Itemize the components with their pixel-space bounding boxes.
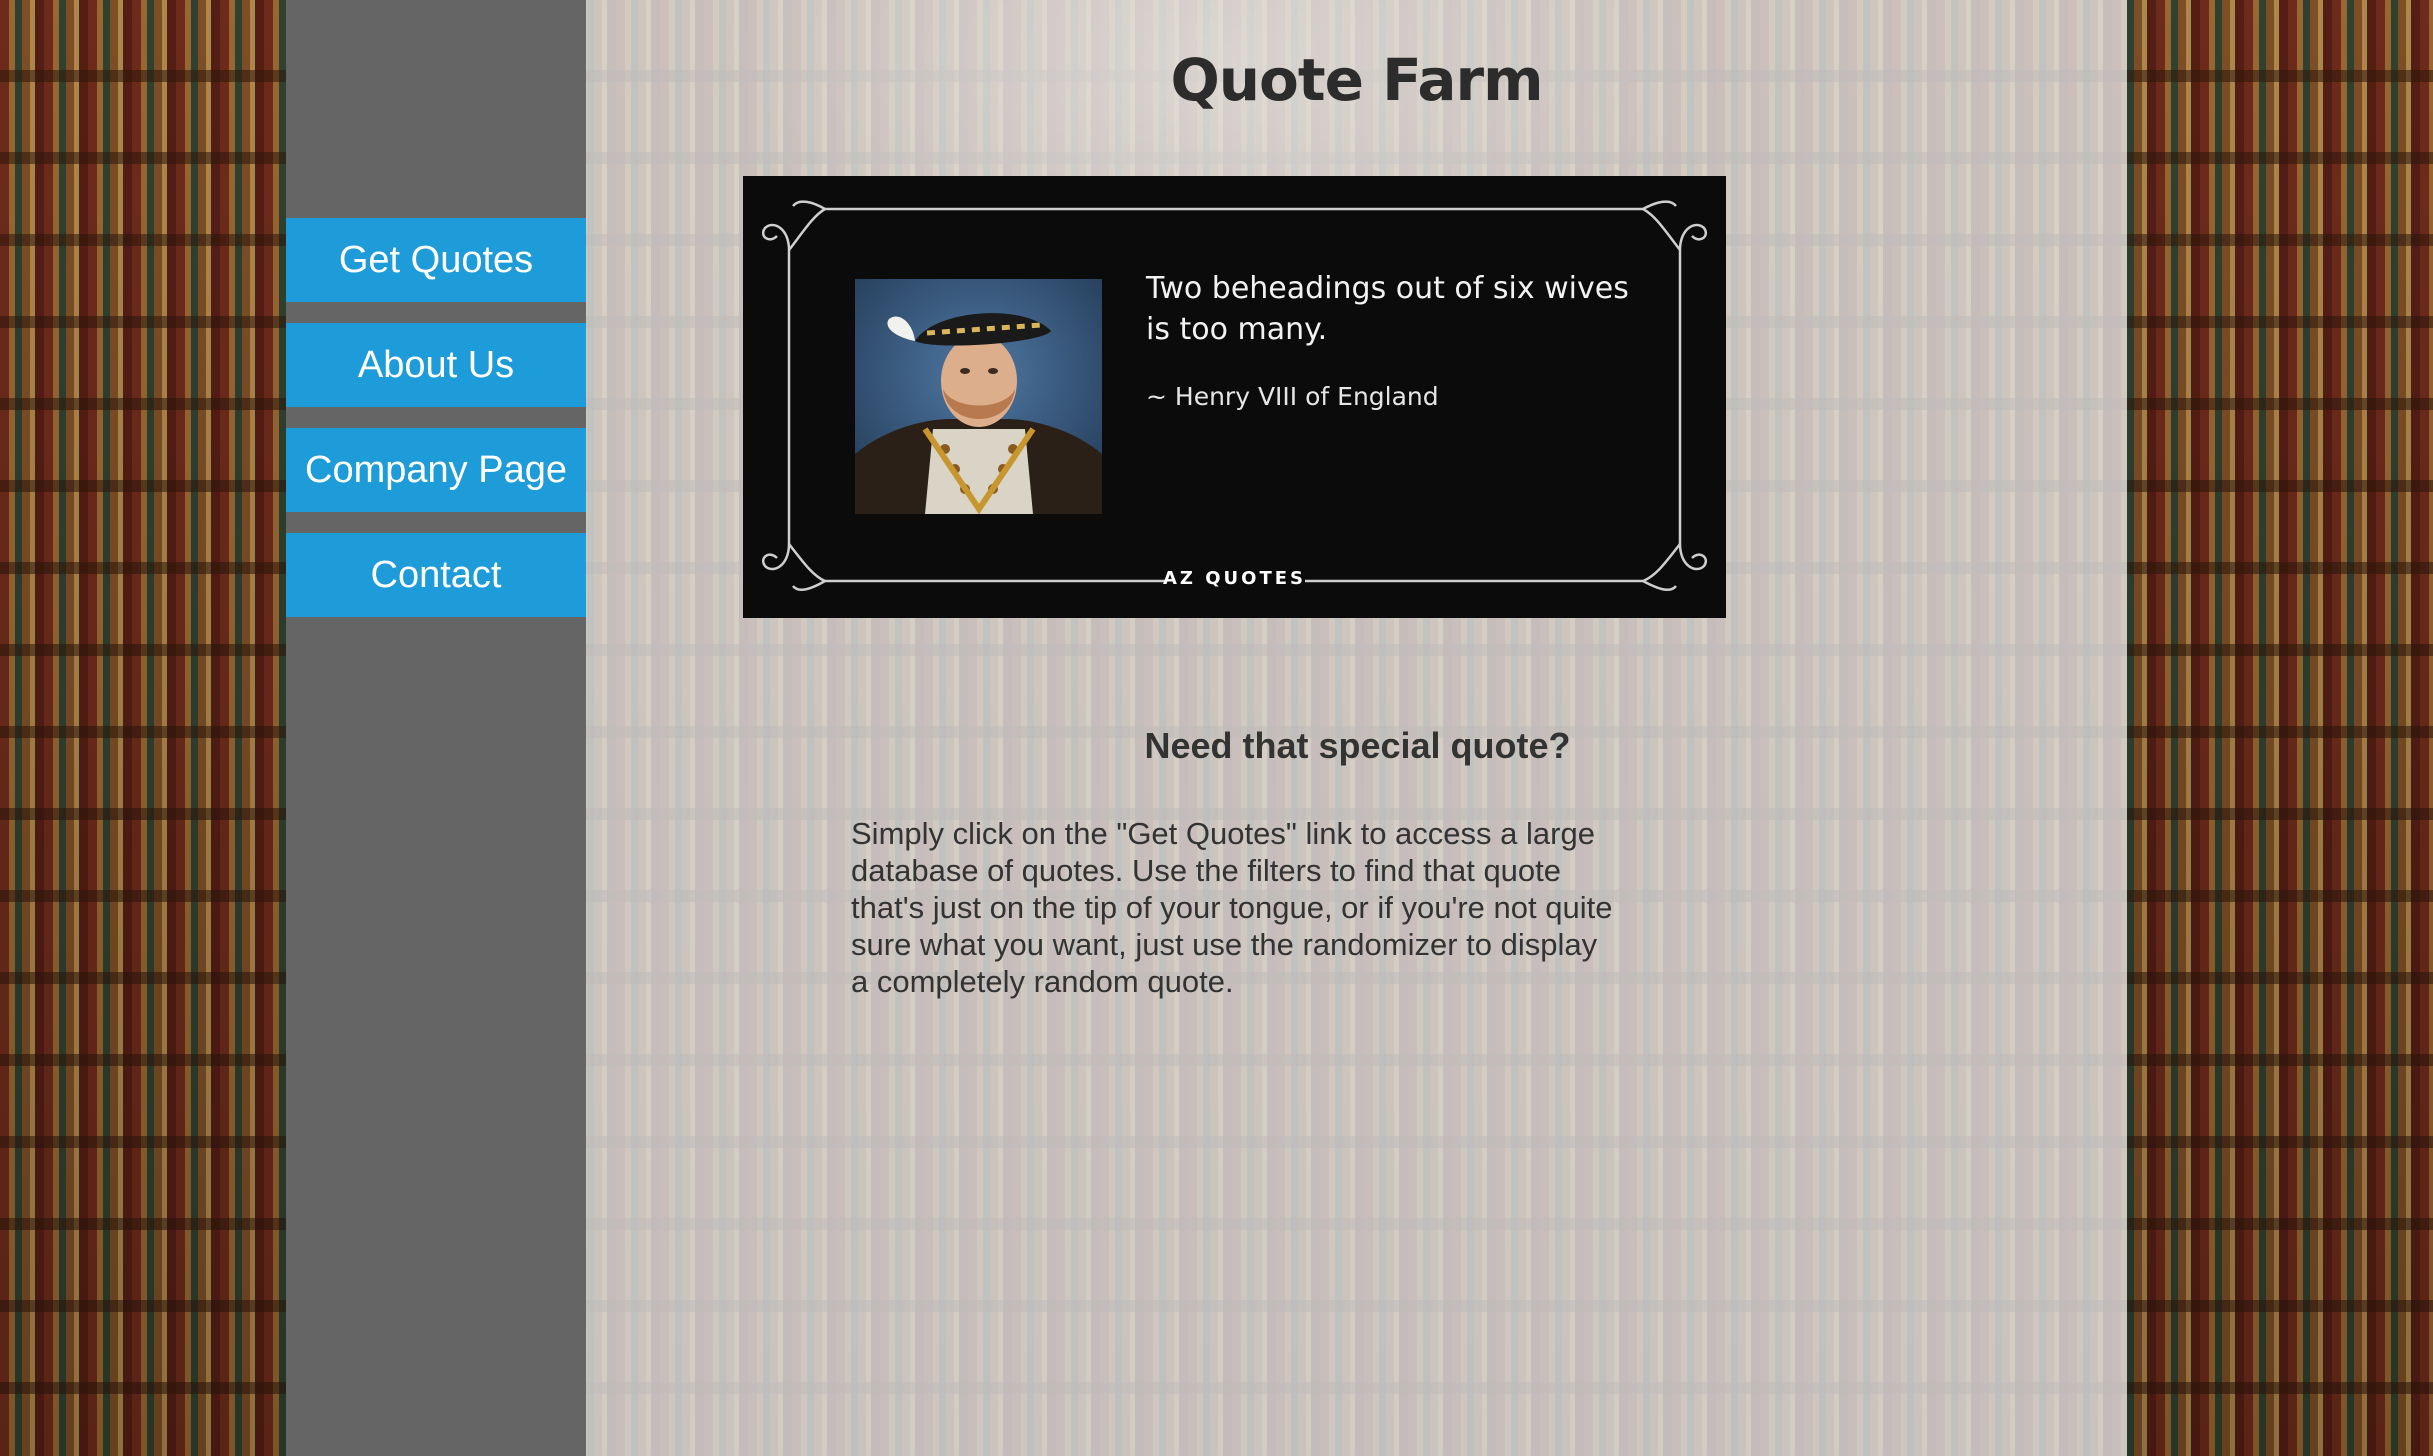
nav-company-page[interactable]: Company Page [286, 428, 586, 512]
quote-text: Two beheadings out of six wives is too m… [1146, 271, 1629, 347]
azquotes-logo: AZ QUOTES [1162, 568, 1306, 589]
sidebar: Get Quotes About Us Company Page Contact [286, 0, 586, 1456]
main-nav: Get Quotes About Us Company Page Contact [286, 218, 586, 638]
quote-card: Two beheadings out of six wives is too m… [743, 176, 1726, 618]
nav-contact[interactable]: Contact [286, 533, 586, 617]
main-content: Quote Farm Two beheadings out of six wiv… [586, 0, 2127, 1456]
section-heading: Need that special quote? [1144, 725, 1571, 766]
portrait-image [855, 279, 1102, 514]
section-body: Simply click on the "Get Quotes" link to… [851, 816, 1613, 999]
page-title: Quote Farm [1170, 46, 1543, 114]
nav-get-quotes[interactable]: Get Quotes [286, 218, 586, 302]
quote-author: ~ Henry VIII of England [1146, 382, 1439, 411]
nav-about-us[interactable]: About Us [286, 323, 586, 407]
